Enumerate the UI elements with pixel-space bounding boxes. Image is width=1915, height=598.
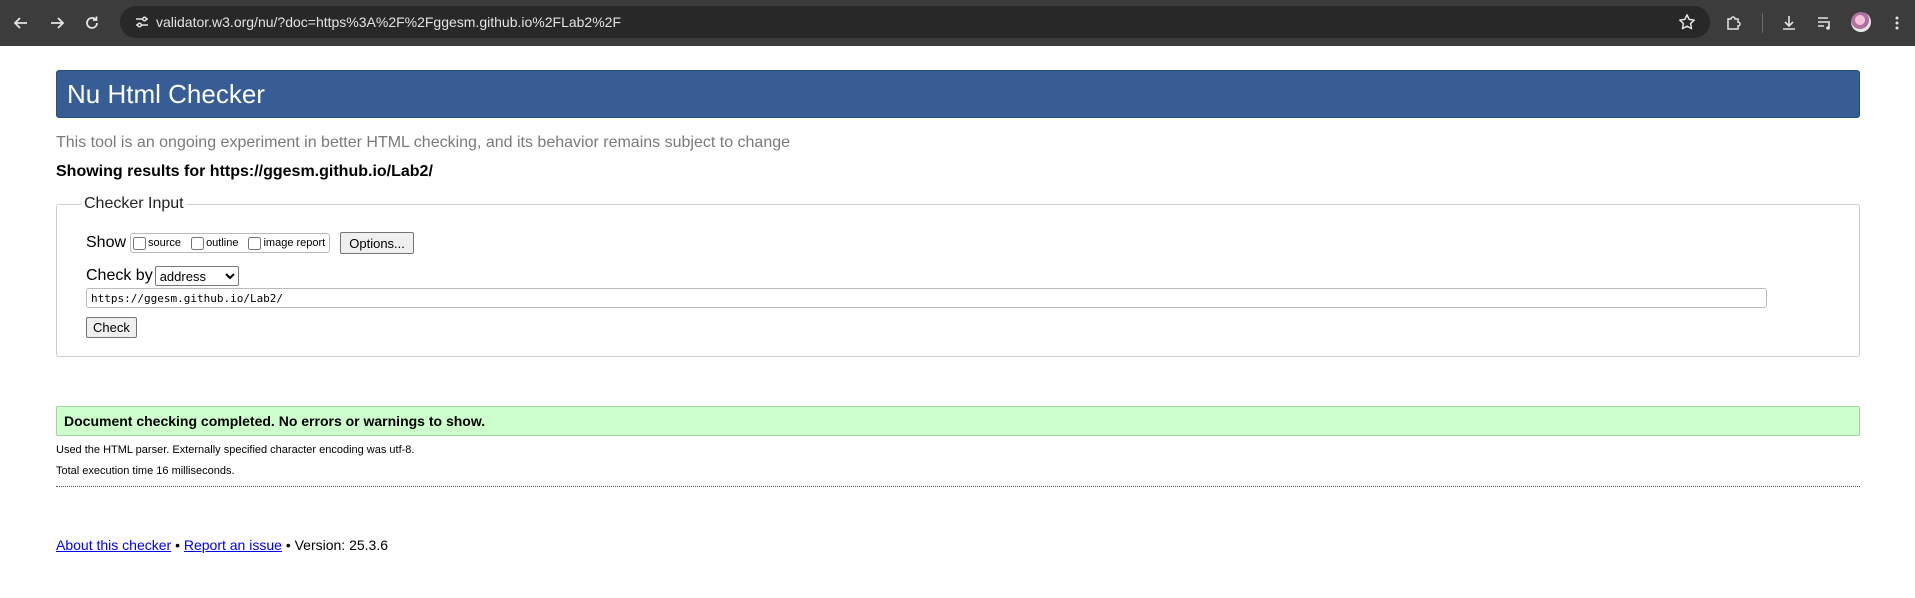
checker-input-legend: Checker Input [84,195,184,212]
image-report-label: image report [263,237,326,249]
media-controls-button[interactable] [1814,12,1836,34]
success-message-box: Document checking completed. No errors o… [56,406,1860,436]
parser-info: Used the HTML parser. Externally specifi… [56,444,415,456]
check-button[interactable]: Check [86,317,137,338]
arrow-right-icon [51,17,65,29]
show-outline-option[interactable]: outline [191,236,239,250]
source-label: source [148,237,182,249]
source-checkbox[interactable] [133,236,147,250]
browser-menu-button[interactable] [1886,12,1908,34]
success-message: Document checking completed. No errors o… [64,413,486,429]
show-image-report-option[interactable]: image report [248,236,326,250]
check-by-row: Check by address [86,265,239,287]
extensions-button[interactable] [1723,12,1745,34]
address-bar[interactable]: validator.w3.org/nu/?doc=https%3A%2F%2Fg… [120,6,1710,38]
outline-label: outline [206,237,239,249]
outline-checkbox[interactable] [191,236,205,250]
about-link[interactable]: About this checker [56,537,171,553]
report-issue-link[interactable]: Report an issue [184,537,282,553]
reload-button[interactable] [80,11,104,35]
title-banner: Nu Html Checker [56,70,1860,118]
site-info-icon[interactable] [134,14,150,30]
back-button[interactable] [9,11,33,35]
url-text[interactable]: validator.w3.org/nu/?doc=https%3A%2F%2Fg… [156,6,621,38]
tagline: This tool is an ongoing experiment in be… [56,134,791,151]
results-heading: Showing results for https://ggesm.github… [56,163,433,180]
puzzle-icon [1727,16,1741,30]
profile-avatar[interactable] [1851,12,1871,32]
check-by-select[interactable]: address [154,266,239,286]
download-icon [1783,16,1795,30]
show-options-group: source outline image report [130,233,331,253]
show-source-option[interactable]: source [133,236,182,250]
checker-input-fieldset: Checker Input [56,195,1860,357]
options-button[interactable]: Options... [340,232,414,254]
show-label: Show [86,234,127,251]
bookmark-star-icon[interactable] [1678,13,1696,31]
page-title: Nu Html Checker [67,79,265,109]
arrow-left-icon [13,17,27,29]
image-report-checkbox[interactable] [248,236,262,250]
footer-bullet: • [175,537,180,553]
footer: About this checker • Report an issue • V… [56,537,388,553]
browser-toolbar: validator.w3.org/nu/?doc=https%3A%2F%2Fg… [0,0,1915,46]
reload-icon [86,16,98,29]
forward-button[interactable] [45,11,69,35]
execution-time: Total execution time 16 milliseconds. [56,465,235,477]
results-divider [56,486,1860,487]
playlist-icon [1818,17,1830,30]
toolbar-divider [1762,13,1763,33]
check-by-label: Check by [86,267,153,284]
show-options-row: Show source outline image report Options… [86,232,414,254]
version-text: • Version: 25.3.6 [285,537,389,553]
document-url-input[interactable] [86,288,1767,308]
downloads-button[interactable] [1778,12,1800,34]
more-vert-icon [1895,16,1899,30]
